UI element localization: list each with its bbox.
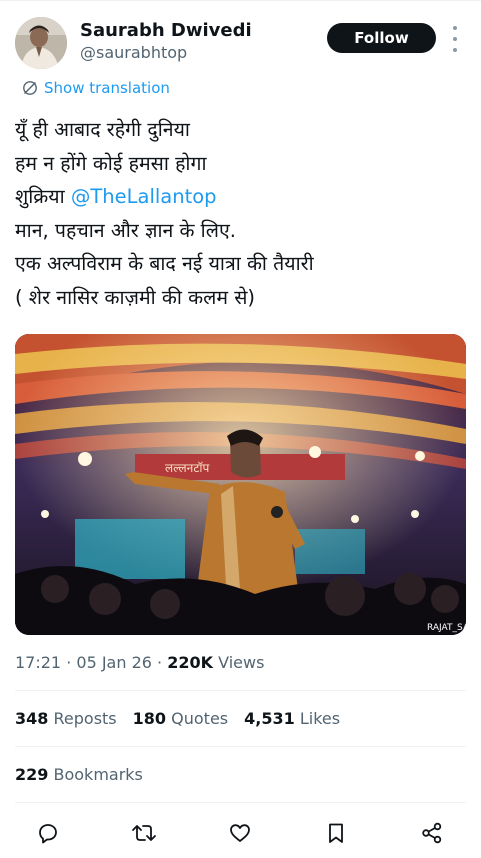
- bookmark-icon: [329, 823, 343, 843]
- show-translation-label: Show translation: [44, 79, 170, 97]
- show-translation-link[interactable]: Show translation: [22, 79, 170, 97]
- bookmarks-count: 229: [15, 765, 49, 784]
- reposts-count: 348: [15, 709, 49, 728]
- tweet-line: शुक्रिया @TheLallantop: [15, 180, 470, 214]
- like-icon: [230, 824, 250, 842]
- stage-performance-photo: लल्लनटॉप RAJAT_SAI: [15, 334, 466, 635]
- reposts-label: Reposts: [53, 709, 117, 728]
- follow-button[interactable]: Follow: [327, 23, 436, 53]
- bookmarks-label: Bookmarks: [53, 765, 143, 784]
- quotes-label: Quotes: [171, 709, 229, 728]
- like-button[interactable]: [226, 819, 254, 847]
- repost-icon: [132, 825, 156, 841]
- share-icon: [422, 822, 442, 844]
- photo-watermark: RAJAT_SAI: [427, 623, 466, 633]
- views-label: Views: [218, 653, 265, 672]
- tweet-meta: 17:21 · 05 Jan 26 · 220K Views: [15, 653, 264, 672]
- translate-icon: [23, 81, 37, 95]
- quotes-stat[interactable]: 180 Quotes: [133, 709, 228, 728]
- author-handle[interactable]: @saurabhtop: [80, 43, 187, 62]
- tweet-line: मान, पहचान और ज्ञान के लिए.: [15, 218, 236, 242]
- views-count: 220K: [167, 653, 214, 672]
- mention-link[interactable]: @TheLallantop: [71, 185, 217, 208]
- repost-button[interactable]: [130, 819, 158, 847]
- bookmark-button[interactable]: [322, 819, 350, 847]
- tweet-line-prefix: शुक्रिया: [15, 185, 71, 208]
- author-name[interactable]: Saurabh Dwivedi: [80, 20, 252, 41]
- reposts-stat[interactable]: 348 Reposts: [15, 709, 117, 728]
- action-bar: [0, 815, 481, 851]
- tweet-line: यूँ ही आबाद रहेगी दुनिया: [15, 118, 190, 141]
- meta-separator: ·: [157, 653, 163, 672]
- stage-banner-text: लल्लनटॉप: [165, 461, 210, 475]
- quotes-count: 180: [132, 709, 167, 728]
- avatar-photo: [15, 17, 67, 69]
- divider: [15, 746, 466, 747]
- tweet-date[interactable]: 05 Jan 26: [76, 653, 152, 672]
- tweet-line: हम न होंगे कोई हमसा होगा: [15, 151, 207, 175]
- tweet-time: 17:21: [15, 653, 62, 672]
- tweet-text: यूँ ही आबाद रहेगी दुनिया हम न होंगे कोई …: [15, 113, 470, 314]
- avatar[interactable]: [15, 17, 67, 69]
- reply-icon: [39, 824, 57, 844]
- divider: [15, 802, 466, 803]
- more-options-icon[interactable]: [448, 26, 462, 52]
- tweet-line: एक अल्पविराम के बाद नई यात्रा की तैयारी: [15, 252, 314, 275]
- likes-stat[interactable]: 4,531 Likes: [244, 709, 340, 728]
- likes-count: 4,531: [244, 709, 295, 728]
- divider: [15, 690, 466, 691]
- bookmarks-stat[interactable]: 229 Bookmarks: [15, 765, 143, 784]
- share-button[interactable]: [418, 819, 446, 847]
- engagement-stats: 348 Reposts 180 Quotes 4,531 Likes: [15, 709, 340, 728]
- tweet-photo[interactable]: लल्लनटॉप RAJAT_SAI: [15, 334, 466, 635]
- reply-button[interactable]: [34, 819, 62, 847]
- tweet-line: ( शेर नासिर काज़मी की कलम से): [15, 285, 255, 309]
- meta-separator: ·: [66, 653, 72, 672]
- top-divider: [0, 0, 481, 1]
- likes-label: Likes: [299, 709, 341, 728]
